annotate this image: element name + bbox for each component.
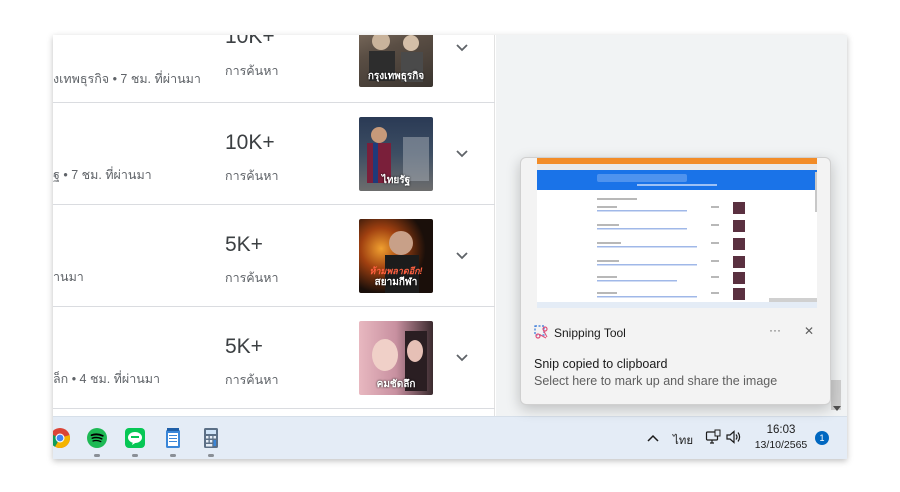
chevron-down-icon[interactable] [455, 249, 469, 263]
running-indicator [170, 454, 176, 457]
thumbnail-caption: กรุงเทพธุรกิจ [367, 71, 425, 82]
chevron-down-icon[interactable] [455, 41, 469, 55]
trend-search-count: 10K+ [225, 131, 275, 154]
network-icon[interactable] [705, 429, 721, 445]
running-indicator [208, 454, 214, 457]
thumbnail-caption: คมชัดลึก [376, 379, 416, 390]
chrome-icon[interactable] [53, 427, 71, 449]
volume-icon[interactable] [725, 429, 742, 445]
clock-date[interactable]: 13/10/2565 [751, 439, 811, 451]
trend-row[interactable]: ล็ก • 4 ชม. ที่ผ่านมา 5K+ การค้นหา คมชัด… [53, 307, 495, 409]
trend-source-time: านมา [53, 270, 84, 284]
trend-source-time: ล็ก • 4 ชม. ที่ผ่านมา [53, 372, 161, 386]
notification-title: Snip copied to clipboard [534, 357, 668, 371]
input-language[interactable]: ไทย [673, 432, 693, 450]
close-button[interactable]: ✕ [804, 324, 814, 338]
trend-search-count: 10K+ [225, 35, 275, 48]
trend-row[interactable]: ุงเทพธุรกิจ • 7 ชม. ที่ผ่านมา 10K+ การค้… [53, 35, 495, 103]
line-icon[interactable] [124, 427, 146, 449]
trend-count-label: การค้นหา [225, 169, 279, 183]
thumbnail-caption: สยามกีฬา [374, 277, 418, 288]
thumbnail-caption: ไทยรัฐ [381, 175, 411, 186]
chevron-down-icon[interactable] [455, 147, 469, 161]
trend-row[interactable]: านมา 5K+ การค้นหา ห้ามพลาดอีก! สยามกีฬา [53, 205, 495, 307]
trend-row[interactable]: ฐ • 7 ชม. ที่ผ่านมา 10K+ การค้นหา ไทยรัฐ [53, 103, 495, 205]
notepad-icon[interactable] [162, 427, 184, 449]
trend-thumbnail[interactable]: กรุงเทพธุรกิจ [359, 35, 433, 87]
trends-list: ุงเทพธุรกิจ • 7 ชม. ที่ผ่านมา 10K+ การค้… [53, 35, 495, 416]
notification-body: Select here to mark up and share the ima… [534, 374, 778, 388]
trend-search-count: 5K+ [225, 335, 263, 358]
trend-thumbnail[interactable]: ห้ามพลาดอีก! สยามกีฬา [359, 219, 433, 293]
trend-search-count: 5K+ [225, 233, 263, 256]
spotify-icon[interactable] [86, 427, 108, 449]
scroll-down-arrow-icon[interactable] [832, 405, 842, 413]
trend-count-label: การค้นหา [225, 64, 279, 78]
trend-thumbnail[interactable]: ไทยรัฐ [359, 117, 433, 191]
snipping-tool-icon [534, 325, 548, 339]
trend-source-time: ุงเทพธุรกิจ • 7 ชม. ที่ผ่านมา [53, 72, 201, 86]
snipping-tool-notification[interactable]: Snipping Tool ··· ✕ Snip copied to clipb… [520, 157, 831, 405]
taskbar: ไทย 16:03 13/10/2565 1 [53, 416, 847, 459]
chevron-down-icon[interactable] [455, 351, 469, 365]
notification-badge[interactable]: 1 [815, 431, 829, 445]
trend-count-label: การค้นหา [225, 373, 279, 387]
trend-source-time: ฐ • 7 ชม. ที่ผ่านมา [53, 168, 152, 182]
running-indicator [132, 454, 138, 457]
more-options-button[interactable]: ··· [769, 323, 781, 337]
trend-thumbnail[interactable]: คมชัดลึก [359, 321, 433, 395]
screenshot-thumbnail-image [537, 158, 817, 308]
clock-time[interactable]: 16:03 [756, 424, 806, 436]
trend-count-label: การค้นหา [225, 271, 279, 285]
chevron-up-icon[interactable] [647, 434, 659, 442]
calculator-icon[interactable] [200, 427, 222, 449]
notification-app-name: Snipping Tool [554, 326, 626, 340]
running-indicator [94, 454, 100, 457]
screenshot-preview[interactable] [537, 158, 817, 308]
